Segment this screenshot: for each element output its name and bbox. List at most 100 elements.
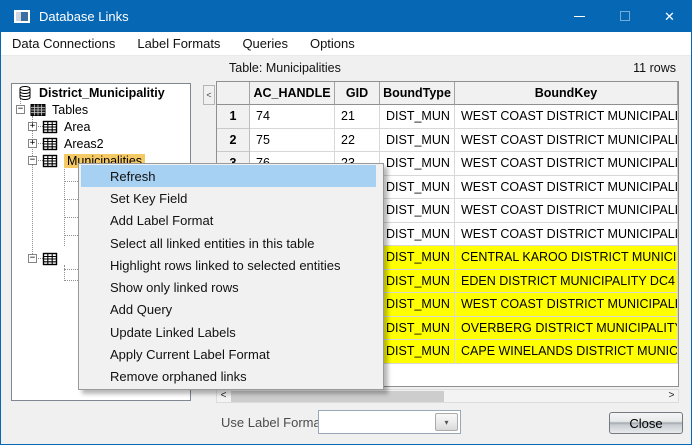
context-menu-item-set-key-field[interactable]: Set Key Field <box>81 187 376 209</box>
menubar-item-options[interactable]: Options <box>299 36 366 51</box>
cell-bound-key[interactable]: WEST COAST DISTRICT MUNICIPALITY DC1 <box>455 293 678 317</box>
table-caption: Table: Municipalities <box>229 61 341 75</box>
column-header-AC_HANDLE[interactable]: AC_HANDLE <box>250 82 335 105</box>
tree-expander[interactable]: − <box>16 105 25 114</box>
maximize-button[interactable] <box>602 0 647 32</box>
context-menu-item-remove-orphaned-links[interactable]: Remove orphaned links <box>81 366 376 388</box>
tree-node-area[interactable]: + Area <box>12 119 190 134</box>
cell-ac-handle[interactable]: 75 <box>250 129 335 153</box>
tree-root-datasource[interactable]: District_Municipalitiy <box>12 85 190 100</box>
label-format-combobox[interactable]: ▾ <box>318 410 461 434</box>
cell-bound-key[interactable]: WEST COAST DISTRICT MUNICIPALITY DC1 <box>455 129 678 153</box>
horizontal-scrollbar[interactable]: < > <box>216 389 679 403</box>
context-menu-item-label: Add Query <box>110 302 172 317</box>
menubar-item-queries[interactable]: Queries <box>231 36 299 51</box>
column-header-BoundKey[interactable]: BoundKey <box>455 82 678 105</box>
context-menu-item-update-linked-labels[interactable]: Update Linked Labels <box>81 321 376 343</box>
maximize-icon <box>620 11 630 21</box>
cell-bound-type[interactable]: DIST_MUN <box>380 270 455 294</box>
close-button[interactable]: Close <box>609 412 683 434</box>
column-header-GID[interactable]: GID <box>335 82 380 105</box>
tree-node-areas2[interactable]: + Areas2 <box>12 136 190 151</box>
row-count-label: 11 rows <box>633 61 676 75</box>
cell-bound-key[interactable]: WEST COAST DISTRICT MUNICIPALITY DC1 <box>455 223 678 247</box>
context-menu-item-label: Highlight rows linked to selected entiti… <box>110 258 341 273</box>
context-menu-item-show-only-linked-rows[interactable]: Show only linked rows <box>81 276 376 298</box>
use-label-format-label: Use Label Format: <box>221 415 328 430</box>
cell-bound-key[interactable]: CAPE WINELANDS DISTRICT MUNICIPALITY D <box>455 340 678 364</box>
cell-bound-key[interactable]: EDEN DISTRICT MUNICIPALITY DC4 <box>455 270 678 294</box>
cell-bound-type[interactable]: DIST_MUN <box>380 129 455 153</box>
tables-grid-icon <box>30 102 46 118</box>
tree-node-label: Tables <box>52 103 88 117</box>
chevron-down-icon: ▾ <box>444 418 448 427</box>
scroll-left-icon[interactable]: < <box>217 390 230 402</box>
database-icon <box>17 85 33 101</box>
row-number[interactable]: 1 <box>217 105 250 129</box>
cell-bound-type[interactable]: DIST_MUN <box>380 152 455 176</box>
table-row[interactable]: 17421DIST_MUNWEST COAST DISTRICT MUNICIP… <box>217 105 678 129</box>
context-menu-item-apply-current-label-format[interactable]: Apply Current Label Format <box>81 343 376 365</box>
close-button-label: Close <box>629 416 662 431</box>
cell-bound-type[interactable]: DIST_MUN <box>380 317 455 341</box>
cell-bound-key[interactable]: WEST COAST DISTRICT MUNICIPALITY DC1 <box>455 199 678 223</box>
context-menu-item-select-all-linked-entities-in-this-table[interactable]: Select all linked entities in this table <box>81 232 376 254</box>
tree-expander[interactable]: + <box>28 139 37 148</box>
row-number[interactable]: 2 <box>217 129 250 153</box>
table-icon <box>42 136 58 152</box>
scroll-right-icon[interactable]: > <box>665 390 678 402</box>
tree-node-tables[interactable]: − Tables <box>12 102 190 117</box>
minimize-button[interactable] <box>557 0 602 32</box>
table-row[interactable]: 27522DIST_MUNWEST COAST DISTRICT MUNICIP… <box>217 129 678 153</box>
context-menu: Refresh Set Key Field Add Label Format Sele… <box>78 163 384 390</box>
column-header-BoundType[interactable]: BoundType <box>380 82 455 105</box>
close-window-button[interactable]: ✕ <box>647 0 692 32</box>
table-icon <box>42 251 58 267</box>
tree-node-label: Areas2 <box>64 137 104 151</box>
context-menu-item-highlight-rows-linked-to-selected-entities[interactable]: Highlight rows linked to selected entiti… <box>81 254 376 276</box>
app-window-icon <box>14 10 30 23</box>
tree-connector-line <box>64 269 78 270</box>
context-menu-item-add-label-format[interactable]: Add Label Format <box>81 210 376 232</box>
close-icon: ✕ <box>664 10 675 23</box>
context-menu-item-label: Refresh <box>110 169 156 184</box>
tree-connector-line <box>64 217 78 218</box>
context-menu-item-add-query[interactable]: Add Query <box>81 299 376 321</box>
cell-bound-type[interactable]: DIST_MUN <box>380 293 455 317</box>
cell-bound-type[interactable]: DIST_MUN <box>380 105 455 129</box>
cell-gid[interactable]: 22 <box>335 129 380 153</box>
cell-bound-key[interactable]: OVERBERG DISTRICT MUNICIPALITY DC3 <box>455 317 678 341</box>
cell-bound-key[interactable]: WEST COAST DISTRICT MUNICIPALITY DC1 <box>455 105 678 129</box>
cell-bound-type[interactable]: DIST_MUN <box>380 223 455 247</box>
cell-bound-type[interactable]: DIST_MUN <box>380 340 455 364</box>
tree-expander[interactable]: − <box>28 156 37 165</box>
cell-bound-key[interactable]: CENTRAL KAROO DISTRICT MUNICIPALITY DC <box>455 246 678 270</box>
menubar-item-data-connections[interactable]: Data Connections <box>1 36 126 51</box>
cell-ac-handle[interactable]: 74 <box>250 105 335 129</box>
tree-connector-line <box>64 199 78 200</box>
context-menu-item-refresh[interactable]: Refresh <box>81 165 376 187</box>
scrollbar-thumb[interactable] <box>231 391 444 402</box>
cell-bound-key[interactable]: WEST COAST DISTRICT MUNICIPALITY DC1 <box>455 176 678 200</box>
cell-bound-type[interactable]: DIST_MUN <box>380 176 455 200</box>
combobox-dropdown-button[interactable]: ▾ <box>435 413 458 431</box>
tree-connector-line <box>64 181 78 182</box>
tree-connector-line <box>64 235 78 236</box>
table-icon <box>42 153 58 169</box>
cell-bound-type[interactable]: DIST_MUN <box>380 246 455 270</box>
tree-connector-line <box>64 280 78 281</box>
tree-expander[interactable]: + <box>28 122 37 131</box>
tree-connector-line <box>64 265 65 281</box>
context-menu-item-label: Add Label Format <box>110 213 213 228</box>
tree-expander[interactable]: − <box>28 254 37 263</box>
context-menu-item-label: Remove orphaned links <box>110 369 247 384</box>
cell-bound-key[interactable]: WEST COAST DISTRICT MUNICIPALITY DC1 <box>455 152 678 176</box>
cell-bound-type[interactable]: DIST_MUN <box>380 199 455 223</box>
tree-node-label: Area <box>64 120 90 134</box>
collapse-tree-button[interactable]: < <box>203 85 215 105</box>
window-title: Database Links <box>39 9 129 24</box>
column-header-row-number[interactable] <box>217 82 250 105</box>
menubar-item-label-formats[interactable]: Label Formats <box>126 36 231 51</box>
title-bar: Database Links ✕ <box>0 0 692 32</box>
cell-gid[interactable]: 21 <box>335 105 380 129</box>
